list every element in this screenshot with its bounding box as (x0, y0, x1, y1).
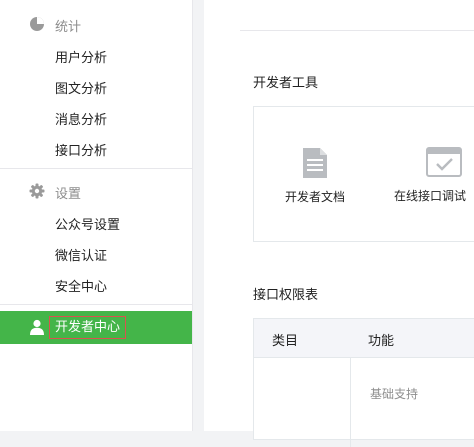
tool-online-debug[interactable]: 在线接口调试 (394, 147, 474, 204)
table-cell-function: 基础支持 (370, 387, 419, 401)
sidebar: 统计 用户分析 图文分析 消息分析 接口分析 设置 公众号设置 微信认证 安全中… (0, 0, 193, 431)
header-divider (240, 30, 474, 31)
sidebar-group-stats: 统计 (0, 10, 192, 38)
gear-icon (29, 183, 45, 199)
sidebar-divider (0, 168, 192, 169)
pie-chart-icon (30, 17, 44, 31)
sidebar-item-developer-center[interactable]: 开发者中心 (0, 311, 192, 344)
tool-label: 在线接口调试 (394, 189, 467, 203)
sidebar-group-settings: 设置 (0, 177, 192, 205)
sidebar-item-article-analysis[interactable]: 图文分析 (55, 78, 107, 97)
section-title-developer-tools: 开发者工具 (253, 76, 319, 91)
tool-label: 开发者文档 (284, 190, 345, 204)
table-column-divider (350, 357, 351, 447)
document-icon (303, 148, 327, 178)
permissions-table: 类目 功能 基础支持 (253, 318, 474, 447)
table-header-function: 功能 (368, 334, 395, 349)
table-header-category: 类目 (272, 334, 299, 349)
sidebar-group-label: 设置 (55, 187, 82, 202)
developer-tools-panel: 开发者文档 在线接口调试 (253, 106, 474, 242)
table-header: 类目 功能 (254, 319, 474, 358)
sidebar-item-wechat-verification[interactable]: 微信认证 (55, 245, 107, 264)
sidebar-item-security-center[interactable]: 安全中心 (55, 276, 107, 295)
sidebar-item-user-analysis[interactable]: 用户分析 (55, 47, 107, 66)
sidebar-group-label: 统计 (55, 20, 82, 35)
window-check-icon (426, 147, 462, 177)
section-title-interface-permissions: 接口权限表 (253, 288, 319, 303)
sidebar-item-message-analysis[interactable]: 消息分析 (55, 109, 107, 128)
sidebar-item-label: 开发者中心 (49, 316, 127, 339)
sidebar-item-interface-analysis[interactable]: 接口分析 (55, 140, 107, 159)
sidebar-divider (0, 304, 192, 305)
sidebar-item-account-settings[interactable]: 公众号设置 (55, 214, 120, 233)
user-icon (30, 319, 44, 335)
tool-developer-docs[interactable]: 开发者文档 (284, 147, 346, 205)
